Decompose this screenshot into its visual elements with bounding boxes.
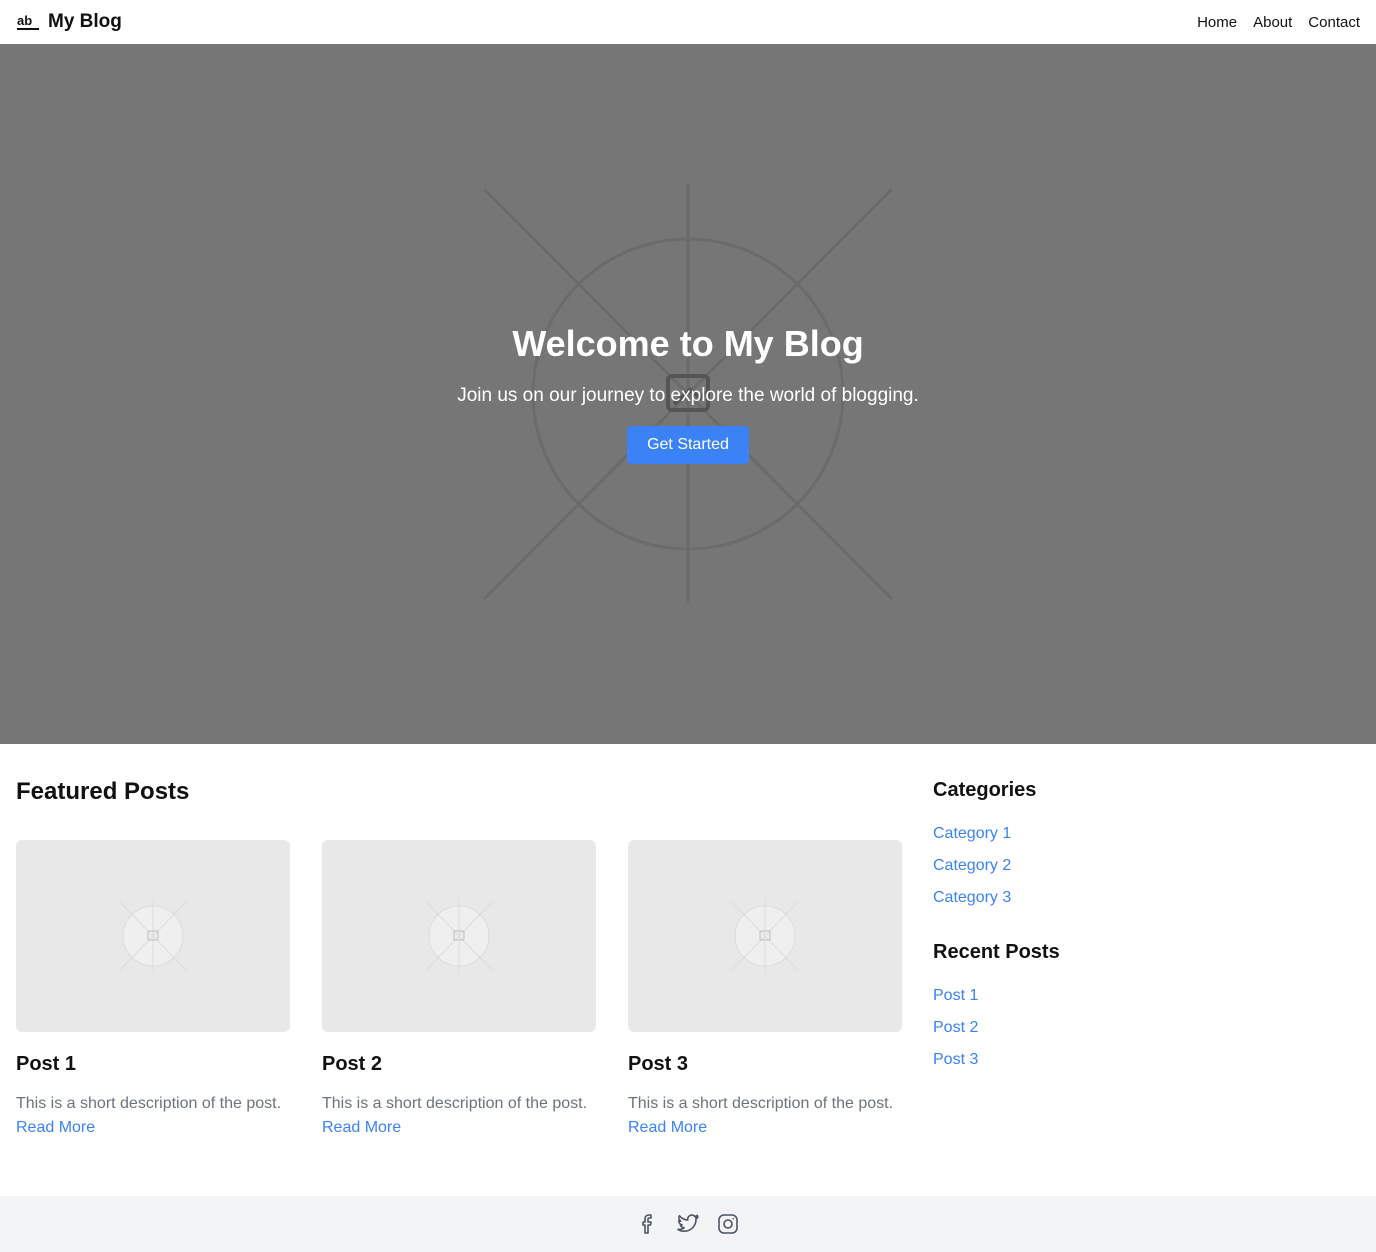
post-title: Post 1 xyxy=(16,1053,77,1075)
image-placeholder-icon xyxy=(731,898,799,974)
post-card: Post 2 This is a short description of th… xyxy=(322,840,596,1140)
main-nav: Home About Contact xyxy=(1197,14,1360,31)
post-thumbnail[interactable] xyxy=(322,840,596,1032)
read-more-link[interactable]: Read More xyxy=(16,1116,290,1140)
brand-link[interactable]: ab My Blog xyxy=(16,11,122,33)
hero-subtitle: Join us on our journey to explore the wo… xyxy=(457,385,919,406)
read-more-link[interactable]: Read More xyxy=(628,1116,902,1140)
post-cards: Post 1 This is a short description of th… xyxy=(16,840,902,1140)
post-thumbnail[interactable] xyxy=(628,840,902,1032)
ab-logo-icon: ab xyxy=(16,12,40,32)
category-link-3[interactable]: Category 3 xyxy=(933,889,1011,906)
recent-post-link-1[interactable]: Post 1 xyxy=(933,987,978,1004)
twitter-icon[interactable] xyxy=(676,1212,700,1236)
post-description: This is a short description of the post. xyxy=(16,1095,282,1112)
post-description: This is a short description of the post. xyxy=(322,1095,588,1112)
sidebar: Categories Category 1 Category 2 Categor… xyxy=(933,776,1353,1076)
hero-title: Welcome to My Blog xyxy=(512,323,864,364)
list-item: Category 3 xyxy=(933,882,1353,914)
nav-home-link[interactable]: Home xyxy=(1197,14,1237,31)
brand-name: My Blog xyxy=(48,11,122,32)
list-item: Post 1 xyxy=(933,980,1353,1012)
list-item: Category 2 xyxy=(933,850,1353,882)
hero-section: Welcome to My Blog Join us on our journe… xyxy=(0,44,1376,744)
post-card: Post 1 This is a short description of th… xyxy=(16,840,290,1140)
list-item: Post 2 xyxy=(933,1012,1353,1044)
featured-title: Featured Posts xyxy=(16,778,190,805)
instagram-icon[interactable] xyxy=(716,1212,740,1236)
hero-content: Welcome to My Blog Join us on our journe… xyxy=(0,320,1376,464)
site-header: ab My Blog Home About Contact xyxy=(0,0,1376,44)
recent-posts-title: Recent Posts xyxy=(933,941,1060,963)
image-placeholder-icon xyxy=(425,898,493,974)
recent-post-link-2[interactable]: Post 2 xyxy=(933,1019,978,1036)
recent-posts-block: Recent Posts Post 1 Post 2 Post 3 xyxy=(933,938,1353,1076)
post-title: Post 2 xyxy=(322,1053,383,1075)
category-link-1[interactable]: Category 1 xyxy=(933,825,1011,842)
list-item: Category 1 xyxy=(933,818,1353,850)
categories-list: Category 1 Category 2 Category 3 xyxy=(933,818,1353,914)
post-thumbnail[interactable] xyxy=(16,840,290,1032)
post-description: This is a short description of the post. xyxy=(628,1095,894,1112)
post-card: Post 3 This is a short description of th… xyxy=(628,840,902,1140)
image-placeholder-icon xyxy=(119,898,187,974)
categories-title: Categories xyxy=(933,779,1037,801)
nav-about-link[interactable]: About xyxy=(1253,14,1292,31)
read-more-link[interactable]: Read More xyxy=(322,1116,596,1140)
svg-text:ab: ab xyxy=(17,13,32,28)
featured-posts: Featured Posts Post 1 This is a short de… xyxy=(16,776,902,1136)
facebook-icon[interactable] xyxy=(636,1212,660,1236)
post-title: Post 3 xyxy=(628,1053,689,1075)
get-started-button[interactable]: Get Started xyxy=(627,426,749,464)
nav-contact-link[interactable]: Contact xyxy=(1308,14,1360,31)
recent-posts-list: Post 1 Post 2 Post 3 xyxy=(933,980,1353,1076)
recent-post-link-3[interactable]: Post 3 xyxy=(933,1051,978,1068)
site-footer xyxy=(0,1196,1376,1252)
category-link-2[interactable]: Category 2 xyxy=(933,857,1011,874)
list-item: Post 3 xyxy=(933,1044,1353,1076)
